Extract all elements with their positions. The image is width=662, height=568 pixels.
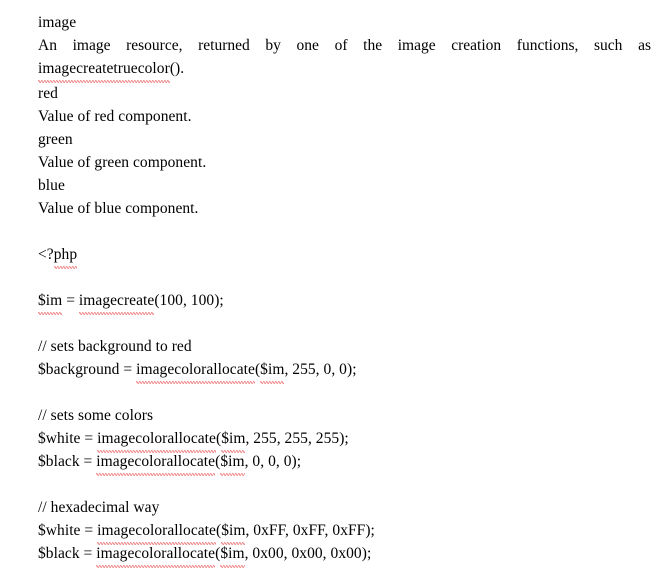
- operator-assign: =: [79, 453, 97, 470]
- function-imagecreatetruecolor-suffix: ().: [169, 60, 185, 77]
- code-comment-hexadecimal: // hexadecimal way: [38, 499, 160, 516]
- operator-assign: =: [80, 522, 98, 539]
- code-line-hex-white: $white = imagecolorallocate($im, 0xFF, 0…: [38, 519, 375, 542]
- hex-white-arguments: , 0xFF, 0xFF, 0xFF);: [245, 522, 375, 539]
- variable-im: $im: [220, 542, 245, 568]
- function-imagecolorallocate: imagecolorallocate: [136, 358, 255, 384]
- operator-assign: =: [80, 430, 98, 447]
- code-line-imagecreate: $im = imagecreate(100, 100);: [38, 289, 224, 312]
- code-line-white: $white = imagecolorallocate($im, 255, 25…: [38, 427, 349, 450]
- document-page: image An image resource, returned by one…: [0, 0, 662, 567]
- variable-im: $im: [220, 450, 245, 476]
- param-description-red: Value of red component.: [38, 108, 192, 125]
- operator-assign: =: [119, 361, 137, 378]
- black-arguments: , 0, 0, 0);: [244, 453, 302, 470]
- function-imagecreatetruecolor: imagecreatetruecolor: [38, 57, 170, 83]
- variable-black: $black: [38, 545, 80, 562]
- php-open-tag-bracket: <?: [38, 246, 54, 263]
- imagecreate-arguments: (100, 100);: [154, 292, 224, 309]
- variable-background: $background: [38, 361, 120, 378]
- variable-white: $white: [38, 430, 81, 447]
- code-line-open-tag: <?php: [38, 243, 78, 269]
- code-line-black: $black = imagecolorallocate($im, 0, 0, 0…: [38, 450, 301, 473]
- code-line-hex-black: $black = imagecolorallocate($im, 0x00, 0…: [38, 542, 371, 565]
- variable-im: $im: [38, 289, 63, 315]
- variable-im: $im: [260, 358, 285, 384]
- param-description-image-continued: imagecreatetruecolor().: [38, 57, 184, 80]
- function-imagecreate: imagecreate: [78, 289, 155, 315]
- operator-assign: =: [79, 545, 97, 562]
- hex-black-arguments: , 0x00, 0x00, 0x00);: [244, 545, 372, 562]
- white-arguments: , 255, 255, 255);: [245, 430, 349, 447]
- code-comment-colors: // sets some colors: [38, 407, 154, 424]
- param-term-green: green: [38, 131, 73, 148]
- code-line-background: $background = imagecolorallocate($im, 25…: [38, 358, 357, 381]
- background-arguments: , 255, 0, 0);: [284, 361, 357, 378]
- variable-black: $black: [38, 453, 80, 470]
- code-comment-background: // sets background to red: [38, 338, 192, 355]
- param-term-image: image: [38, 14, 77, 31]
- param-term-red: red: [38, 85, 58, 102]
- php-open-tag-keyword: php: [53, 243, 78, 269]
- param-term-blue: blue: [38, 177, 65, 194]
- param-description-image-text: An image resource, returned by one of th…: [38, 37, 651, 54]
- function-imagecolorallocate: imagecolorallocate: [96, 542, 216, 568]
- variable-white: $white: [38, 522, 81, 539]
- param-description-green: Value of green component.: [38, 154, 207, 171]
- function-imagecolorallocate: imagecolorallocate: [96, 450, 216, 476]
- param-description-blue: Value of blue component.: [38, 200, 199, 217]
- param-description-image: An image resource, returned by one of th…: [38, 34, 651, 57]
- operator-assign: =: [62, 292, 79, 309]
